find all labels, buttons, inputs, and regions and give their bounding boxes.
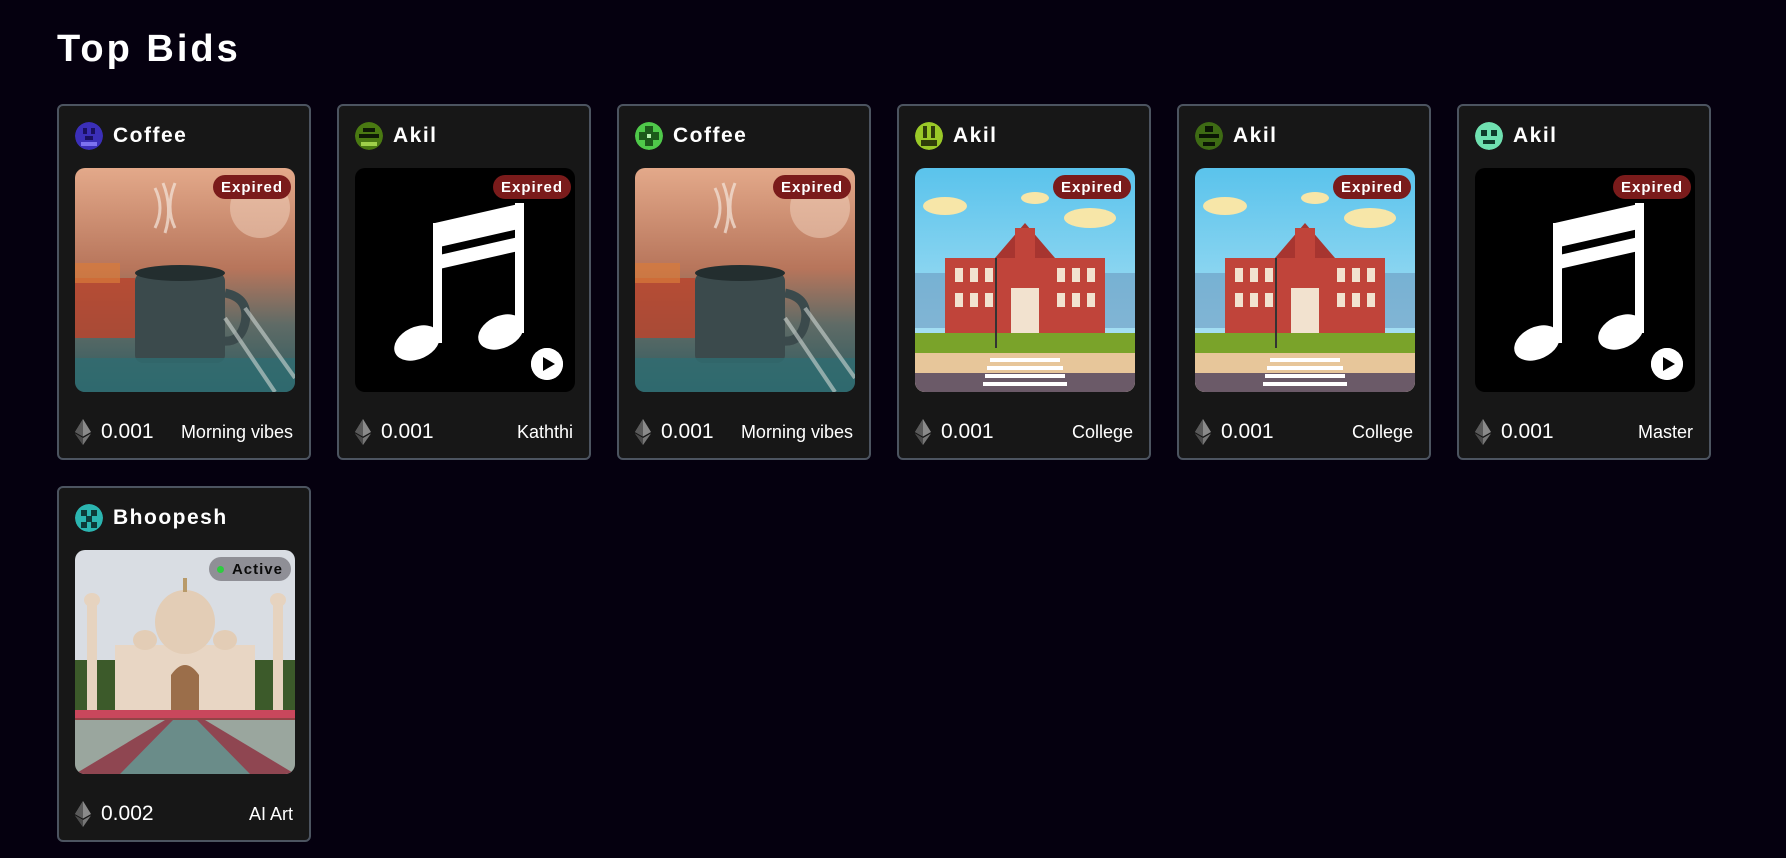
top-bids-page: Top Bids Coffee Expired 0.001 Morning vi… xyxy=(0,0,1786,858)
play-icon xyxy=(1651,348,1683,380)
status-badge: Active xyxy=(208,557,291,581)
status-badge: Expired xyxy=(492,175,571,199)
bid-card[interactable]: Akil Expired 0.001 College xyxy=(1177,104,1431,460)
ethereum-icon xyxy=(635,419,651,445)
item-name: College xyxy=(1071,421,1133,442)
item-name: Morning vibes xyxy=(740,421,853,442)
music-note-image[interactable]: Expired xyxy=(355,168,575,392)
card-footer: 0.001 College xyxy=(915,418,1133,446)
price: 0.001 xyxy=(1195,419,1274,445)
owner-row[interactable]: Akil xyxy=(1195,121,1278,151)
bid-card[interactable]: Akil Expired 0.001 Master xyxy=(1457,104,1711,460)
item-name: Morning vibes xyxy=(180,421,293,442)
owner-row[interactable]: Akil xyxy=(355,121,438,151)
item-name: Kaththi xyxy=(516,421,573,442)
bid-card[interactable]: Coffee Expired 0.001 Morning vibes xyxy=(57,104,311,460)
price: 0.001 xyxy=(1475,419,1554,445)
item-name: AI Art xyxy=(248,803,293,824)
owner-name: Akil xyxy=(1233,124,1278,147)
pixel-avatar-icon xyxy=(75,504,103,532)
card-footer: 0.001 Kaththi xyxy=(355,418,573,446)
owner-row[interactable]: Coffee xyxy=(75,121,187,151)
pixel-avatar-icon xyxy=(355,122,383,150)
price-value: 0.001 xyxy=(381,420,434,443)
price-value: 0.001 xyxy=(1501,420,1554,443)
owner-row[interactable]: Bhoopesh xyxy=(75,503,228,533)
play-button[interactable] xyxy=(1651,348,1683,380)
owner-name: Akil xyxy=(1513,124,1558,147)
page-title: Top Bids xyxy=(57,28,241,70)
play-icon xyxy=(531,348,563,380)
price: 0.001 xyxy=(355,419,434,445)
status-badge: Expired xyxy=(1332,175,1411,199)
status-badge: Expired xyxy=(772,175,851,199)
ethereum-icon xyxy=(355,419,371,445)
price-value: 0.001 xyxy=(661,420,714,443)
owner-row[interactable]: Akil xyxy=(1475,121,1558,151)
owner-row[interactable]: Coffee xyxy=(635,121,747,151)
price: 0.001 xyxy=(75,419,154,445)
card-footer: 0.001 College xyxy=(1195,418,1413,446)
coffee-image[interactable]: Expired xyxy=(75,168,295,392)
owner-row[interactable]: Akil xyxy=(915,121,998,151)
card-footer: 0.001 Master xyxy=(1475,418,1693,446)
ethereum-icon xyxy=(1195,419,1211,445)
card-footer: 0.002 AI Art xyxy=(75,800,293,828)
ethereum-icon xyxy=(1475,419,1491,445)
price-value: 0.001 xyxy=(101,420,154,443)
status-badge: Expired xyxy=(1052,175,1131,199)
status-badge: Expired xyxy=(1612,175,1691,199)
college-image[interactable]: Expired xyxy=(1195,168,1415,392)
price: 0.001 xyxy=(915,419,994,445)
bid-card[interactable]: Bhoopesh Active 0.002 AI Art xyxy=(57,486,311,842)
active-dot-icon xyxy=(216,565,224,573)
price-value: 0.001 xyxy=(1221,420,1274,443)
item-name: Master xyxy=(1637,421,1693,442)
ethereum-icon xyxy=(75,801,91,827)
pixel-avatar-icon xyxy=(75,122,103,150)
bids-grid: Coffee Expired 0.001 Morning vibes Akil … xyxy=(57,104,1711,842)
play-button[interactable] xyxy=(531,348,563,380)
status-badge: Expired xyxy=(212,175,291,199)
card-footer: 0.001 Morning vibes xyxy=(635,418,853,446)
bid-card[interactable]: Akil Expired 0.001 Kaththi xyxy=(337,104,591,460)
price: 0.001 xyxy=(635,419,714,445)
price-value: 0.001 xyxy=(941,420,994,443)
price: 0.002 xyxy=(75,801,154,827)
bid-card[interactable]: Akil Expired 0.001 College xyxy=(897,104,1151,460)
pixel-avatar-icon xyxy=(1475,122,1503,150)
college-image[interactable]: Expired xyxy=(915,168,1135,392)
card-footer: 0.001 Morning vibes xyxy=(75,418,293,446)
owner-name: Akil xyxy=(953,124,998,147)
pixel-avatar-icon xyxy=(1195,122,1223,150)
bid-card[interactable]: Coffee Expired 0.001 Morning vibes xyxy=(617,104,871,460)
ethereum-icon xyxy=(75,419,91,445)
owner-name: Akil xyxy=(393,124,438,147)
owner-name: Coffee xyxy=(673,124,748,147)
taj-mahal-image[interactable]: Active xyxy=(75,550,295,774)
owner-name: Coffee xyxy=(113,124,188,147)
pixel-avatar-icon xyxy=(915,122,943,150)
item-name: College xyxy=(1351,421,1413,442)
music-note-image[interactable]: Expired xyxy=(1475,168,1695,392)
owner-name: Bhoopesh xyxy=(113,506,228,529)
pixel-avatar-icon xyxy=(635,122,663,150)
coffee-image[interactable]: Expired xyxy=(635,168,855,392)
ethereum-icon xyxy=(915,419,931,445)
price-value: 0.002 xyxy=(101,802,154,825)
